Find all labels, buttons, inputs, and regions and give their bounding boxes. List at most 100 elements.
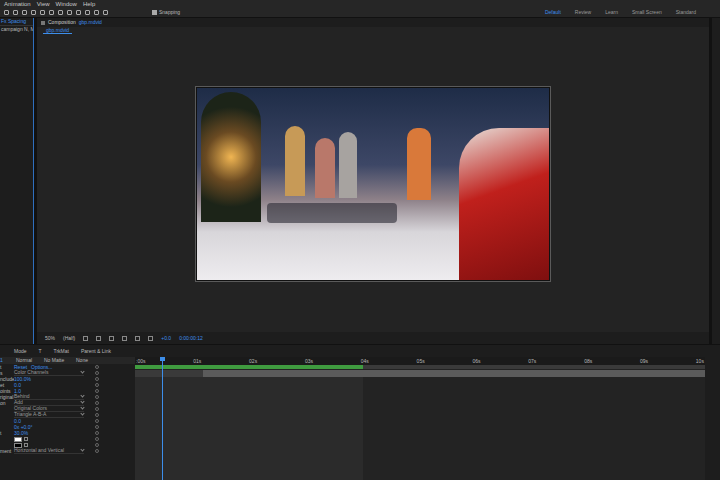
resolution-dropdown[interactable]: (Half) xyxy=(63,336,75,341)
ruler-tick: 08s xyxy=(584,359,592,364)
stopwatch-icon[interactable] xyxy=(95,419,99,423)
layer-index: 1 xyxy=(0,358,10,363)
ruler-tick: 09s xyxy=(640,359,648,364)
current-time[interactable]: 0:00:00:12 xyxy=(179,336,203,341)
stopwatch-icon[interactable] xyxy=(95,407,99,411)
stopwatch-icon[interactable] xyxy=(95,365,99,369)
tool-icon[interactable] xyxy=(58,10,63,15)
color-swatch[interactable] xyxy=(14,437,22,442)
layer-properties: 1NormalNo MatteNonetResetOptions...sColo… xyxy=(0,357,135,480)
tool-icon[interactable] xyxy=(49,10,54,15)
stopwatch-icon[interactable] xyxy=(95,431,99,435)
layer-trkmat[interactable]: No Matte xyxy=(44,358,70,363)
chevron-icon xyxy=(80,399,84,403)
chevron-icon xyxy=(80,411,84,415)
ruler-tick: 06s xyxy=(472,359,480,364)
dropdown-value: Add xyxy=(14,400,23,405)
tool-icon[interactable] xyxy=(94,10,99,15)
stopwatch-icon[interactable] xyxy=(95,371,99,375)
property-value[interactable]: 0.0 xyxy=(14,419,21,424)
left-panel-tab[interactable]: Fx Spacing xyxy=(0,18,33,26)
ruler-tick: 01s xyxy=(193,359,201,364)
playhead[interactable] xyxy=(162,357,163,480)
property-row: 0.0 xyxy=(0,418,135,424)
tool-icon[interactable] xyxy=(103,10,108,15)
property-row: t30.0% xyxy=(0,430,135,436)
eyedropper-icon[interactable] xyxy=(24,437,28,441)
stopwatch-icon[interactable] xyxy=(95,437,99,441)
composition-subtabs: gbp.mdvid xyxy=(37,27,709,35)
dropdown-value: Horizontal and Vertical xyxy=(14,448,64,453)
viewer-option-icon[interactable] xyxy=(135,336,140,341)
layer-mode[interactable]: Normal xyxy=(16,358,38,363)
property-label: s xyxy=(0,371,14,376)
layer-row[interactable]: 1 Normal No Matte None xyxy=(0,357,135,364)
property-dropdown[interactable]: Horizontal and Vertical xyxy=(14,448,84,454)
menu-item[interactable]: View xyxy=(37,1,50,7)
tool-icon[interactable] xyxy=(76,10,81,15)
eyedropper-icon[interactable] xyxy=(24,443,28,447)
stopwatch-icon[interactable] xyxy=(95,401,99,405)
tool-icon[interactable] xyxy=(4,10,9,15)
property-value[interactable]: 1.0 xyxy=(14,389,21,394)
menu-item[interactable]: Window xyxy=(56,1,77,7)
viewer-option-icon[interactable] xyxy=(96,336,101,341)
viewer-option-icon[interactable] xyxy=(109,336,114,341)
exposure-value[interactable]: +0.0 xyxy=(161,336,171,341)
stopwatch-icon[interactable] xyxy=(95,443,99,447)
main-area: Fx Spacingcampaign N, M, 104Compositiong… xyxy=(0,18,720,344)
workspace-tab[interactable]: Standard xyxy=(676,10,696,15)
stopwatch-icon[interactable] xyxy=(95,395,99,399)
workspaces: Default Review Learn Small Screen Standard xyxy=(545,10,716,15)
property-value[interactable]: 100.0% xyxy=(14,377,31,382)
composition-tab-label[interactable]: Composition xyxy=(48,20,76,25)
playhead-handle[interactable] xyxy=(160,357,165,361)
viewer-option-icon[interactable] xyxy=(83,336,88,341)
tool-icon[interactable] xyxy=(40,10,45,15)
workspace-tab[interactable]: Small Screen xyxy=(632,10,662,15)
work-area-track[interactable] xyxy=(135,365,705,369)
menu-item[interactable]: Animation xyxy=(4,1,31,7)
tool-icon[interactable] xyxy=(67,10,72,15)
work-area-bar[interactable] xyxy=(135,365,363,369)
tree xyxy=(201,92,261,222)
stopwatch-icon[interactable] xyxy=(95,413,99,417)
snapping-checkbox[interactable] xyxy=(152,10,157,15)
property-row: mentHorizontal and Vertical xyxy=(0,448,135,454)
lock-icon[interactable] xyxy=(41,21,45,25)
viewer-option-icon[interactable] xyxy=(148,336,153,341)
stopwatch-icon[interactable] xyxy=(95,425,99,429)
tool-icon[interactable] xyxy=(85,10,90,15)
tool-icon[interactable] xyxy=(31,10,36,15)
property-extra[interactable]: Options... xyxy=(31,365,52,370)
left-panel-line: campaign N, M, 104 xyxy=(0,26,33,33)
workspace-tab[interactable]: Review xyxy=(575,10,591,15)
church-dome xyxy=(407,128,431,200)
workspace-tab[interactable]: Default xyxy=(545,10,561,15)
stopwatch-icon[interactable] xyxy=(95,449,99,453)
stopwatch-icon[interactable] xyxy=(95,389,99,393)
property-dropdown[interactable]: Triangle A-B-A xyxy=(14,412,84,418)
menu-item[interactable]: Help xyxy=(83,1,95,7)
tool-icon[interactable] xyxy=(13,10,18,15)
color-swatch[interactable] xyxy=(14,443,22,448)
zoom-dropdown[interactable]: 50% xyxy=(45,336,55,341)
viewer-option-icon[interactable] xyxy=(122,336,127,341)
dropdown-value: Behind xyxy=(14,394,30,399)
composition-name[interactable]: gbp.mdvid xyxy=(79,20,102,25)
layer-parent[interactable]: None xyxy=(76,358,88,363)
property-dropdown[interactable]: Color Channels xyxy=(14,370,84,376)
snapping-toggle[interactable]: Snapping xyxy=(152,10,180,15)
workspace-tab[interactable]: Learn xyxy=(605,10,618,15)
layer-bar[interactable] xyxy=(203,370,705,377)
composition-subtab[interactable]: gbp.mdvid xyxy=(43,28,72,34)
property-value[interactable]: Reset xyxy=(14,365,27,370)
property-value[interactable]: 0.0 xyxy=(14,383,21,388)
property-value[interactable]: 30.0% xyxy=(14,431,28,436)
property-value[interactable]: 0x +0.0° xyxy=(14,425,33,430)
stopwatch-icon[interactable] xyxy=(95,383,99,387)
tool-icon[interactable] xyxy=(22,10,27,15)
active-lane-area xyxy=(135,377,363,480)
stopwatch-icon[interactable] xyxy=(95,377,99,381)
column-header: Parent & Link xyxy=(81,349,111,354)
